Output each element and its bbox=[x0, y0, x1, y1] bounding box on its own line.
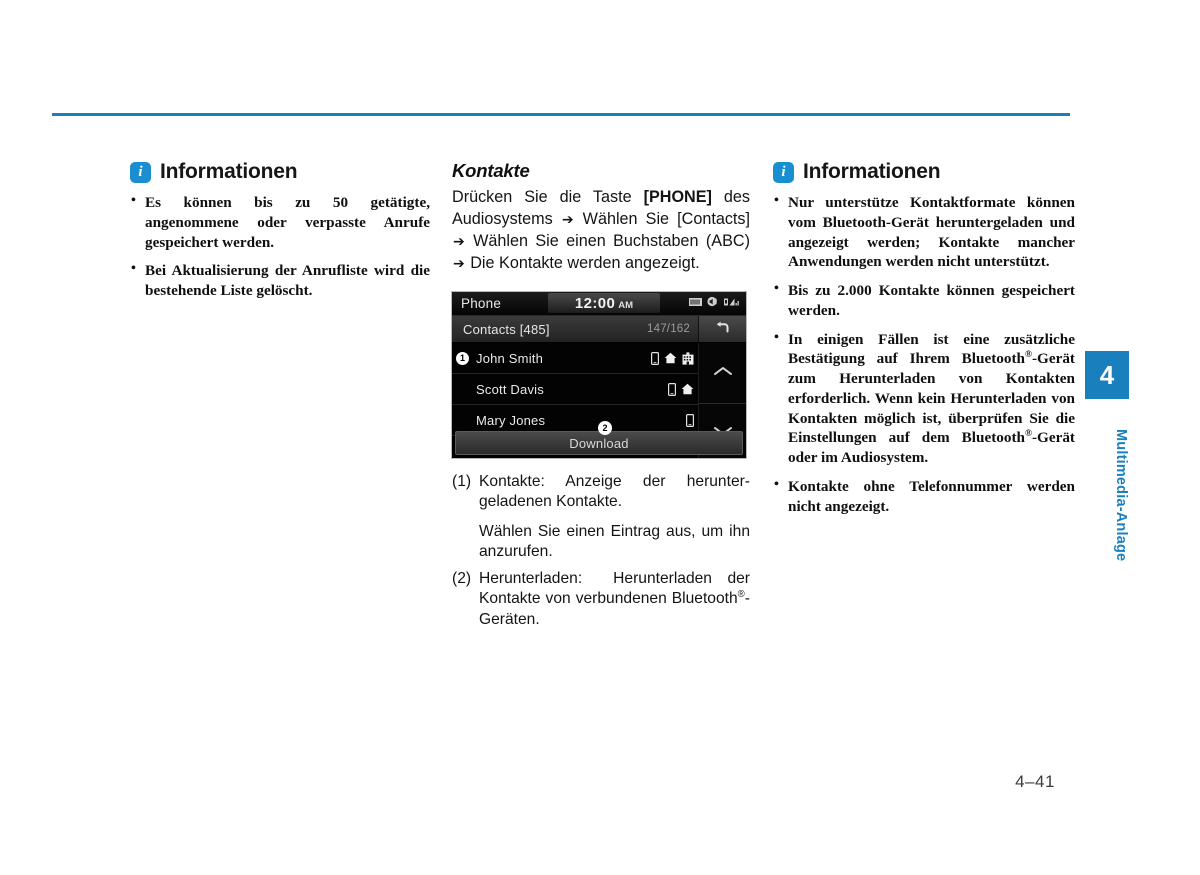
contacts-pager-count: 147/162 bbox=[647, 323, 690, 335]
chapter-number-tab: 4 bbox=[1085, 351, 1129, 399]
callout-marker-1: 1 bbox=[456, 351, 469, 365]
back-button[interactable] bbox=[698, 316, 746, 342]
list-item: Es können bis zu 50 getätigte, angenomme… bbox=[130, 192, 430, 252]
caption-number: (1) bbox=[452, 473, 472, 490]
device-screenshot-figure: Phone 12:00 AM Contacts [485] 147/162 1 … bbox=[451, 291, 747, 459]
download-button[interactable]: Download bbox=[455, 431, 743, 455]
back-arrow-icon bbox=[714, 320, 731, 339]
chevron-up-icon bbox=[713, 364, 733, 382]
device-status-icons bbox=[689, 296, 740, 307]
left-column: i Informationen Es können bis zu 50 getä… bbox=[130, 160, 430, 301]
caption-2-main: Herunterladen: Herunterladen der Kontakt… bbox=[479, 570, 750, 628]
section-body-kontakte: Drücken Sie die Taste [PHONE] des Audios… bbox=[452, 186, 750, 274]
list-item: Kontakte ohne Telefonnummer werden nicht… bbox=[773, 476, 1075, 517]
device-clock: 12:00 AM bbox=[548, 293, 660, 313]
caption-1-subtext: Wählen Sie einen Eintrag aus, um ihn anz… bbox=[479, 522, 750, 560]
header-rule bbox=[52, 113, 1070, 116]
contact-number-type-icons bbox=[686, 413, 694, 427]
clock-time: 12:00 bbox=[574, 294, 616, 312]
mute-audio-icon bbox=[707, 296, 719, 307]
info-heading-right: i Informationen bbox=[773, 160, 1075, 184]
caption-text: Herunterladen: Herunterladen der Kontakt… bbox=[479, 569, 750, 630]
signal-bars-icon bbox=[724, 297, 740, 307]
info-icon: i bbox=[130, 161, 151, 183]
info-bullet-list-right: Nur unterstütze Kontaktformate können vo… bbox=[773, 192, 1075, 517]
device-sub-bar: Contacts [485] 147/162 bbox=[452, 316, 746, 343]
list-item[interactable]: Scott Davis bbox=[452, 374, 699, 405]
intro-part-5: Die Kontakte werden angezeigt. bbox=[465, 254, 700, 273]
device-status-bar: Phone 12:00 AM bbox=[452, 292, 746, 316]
info-icon: i bbox=[773, 161, 794, 183]
clock-meridiem: AM bbox=[618, 299, 634, 311]
contacts-header-label: Contacts [485] bbox=[463, 321, 550, 337]
figure-captions: (1) Kontakte: Anzeige der herunter-gelad… bbox=[452, 472, 750, 632]
list-item: Nur unterstütze Kontaktformate können vo… bbox=[773, 192, 1075, 272]
office-icon bbox=[682, 351, 694, 365]
phone-key-label: [PHONE] bbox=[643, 188, 712, 206]
scroll-up-button[interactable] bbox=[699, 343, 746, 404]
callout-marker-2: 2 bbox=[598, 421, 612, 435]
list-item: In einigen Fällen ist eine zusätzliche B… bbox=[773, 328, 1075, 468]
info-heading-left: i Informationen bbox=[130, 160, 430, 184]
registered-mark: ® bbox=[737, 589, 745, 601]
right-column: i Informationen Nur unterstütze Kontaktf… bbox=[773, 160, 1075, 516]
mobile-icon bbox=[686, 413, 694, 427]
info-title-right: Informationen bbox=[803, 160, 941, 183]
chapter-name-label: Multimedia-Anlage bbox=[1113, 428, 1129, 562]
middle-column: Kontakte Drücken Sie die Taste [PHONE] d… bbox=[452, 160, 750, 274]
device-screen-title: Phone bbox=[461, 296, 502, 311]
contact-number-type-icons bbox=[651, 351, 694, 365]
list-item: Bei Aktualisierung der Anrufliste wird d… bbox=[130, 260, 430, 301]
contact-name: Scott Davis bbox=[476, 381, 544, 397]
list-item: Bis zu 2.000 Kontakte können gespeichert… bbox=[773, 280, 1075, 321]
sd-card-icon bbox=[689, 297, 702, 307]
info-title-left: Informationen bbox=[160, 160, 298, 183]
mobile-icon bbox=[668, 382, 676, 396]
contact-name: John Smith bbox=[476, 350, 544, 366]
manual-page: i Informationen Es können bis zu 50 getä… bbox=[0, 0, 1200, 875]
arrow-icon: ➔ bbox=[453, 234, 465, 251]
home-icon bbox=[664, 352, 677, 364]
caption-number: (2) bbox=[452, 570, 472, 588]
home-icon bbox=[681, 383, 694, 395]
mobile-icon bbox=[651, 351, 659, 365]
arrow-icon: ➔ bbox=[453, 256, 465, 273]
contact-name: Mary Jones bbox=[476, 412, 546, 428]
caption-text: Kontakte: Anzeige der herunter-geladenen… bbox=[479, 473, 750, 511]
intro-part-3: Wählen Sie [Contacts] bbox=[574, 210, 751, 229]
list-item[interactable]: 1 John Smith bbox=[452, 343, 699, 374]
section-heading-kontakte: Kontakte bbox=[452, 160, 530, 181]
page-number: 4–41 bbox=[1015, 772, 1055, 791]
arrow-icon: ➔ bbox=[561, 212, 574, 229]
intro-part-4: Wählen Sie einen Buchstaben (ABC) bbox=[465, 232, 750, 251]
caption-2: (2) Herunterladen: Herunterladen der Kon… bbox=[452, 569, 750, 630]
caption-1: (1) Kontakte: Anzeige der herunter-gelad… bbox=[452, 472, 750, 513]
contact-number-type-icons bbox=[668, 382, 694, 396]
info-bullet-list-left: Es können bis zu 50 getätigte, angenomme… bbox=[130, 192, 430, 301]
intro-part-1: Drücken Sie die Taste bbox=[452, 188, 644, 206]
